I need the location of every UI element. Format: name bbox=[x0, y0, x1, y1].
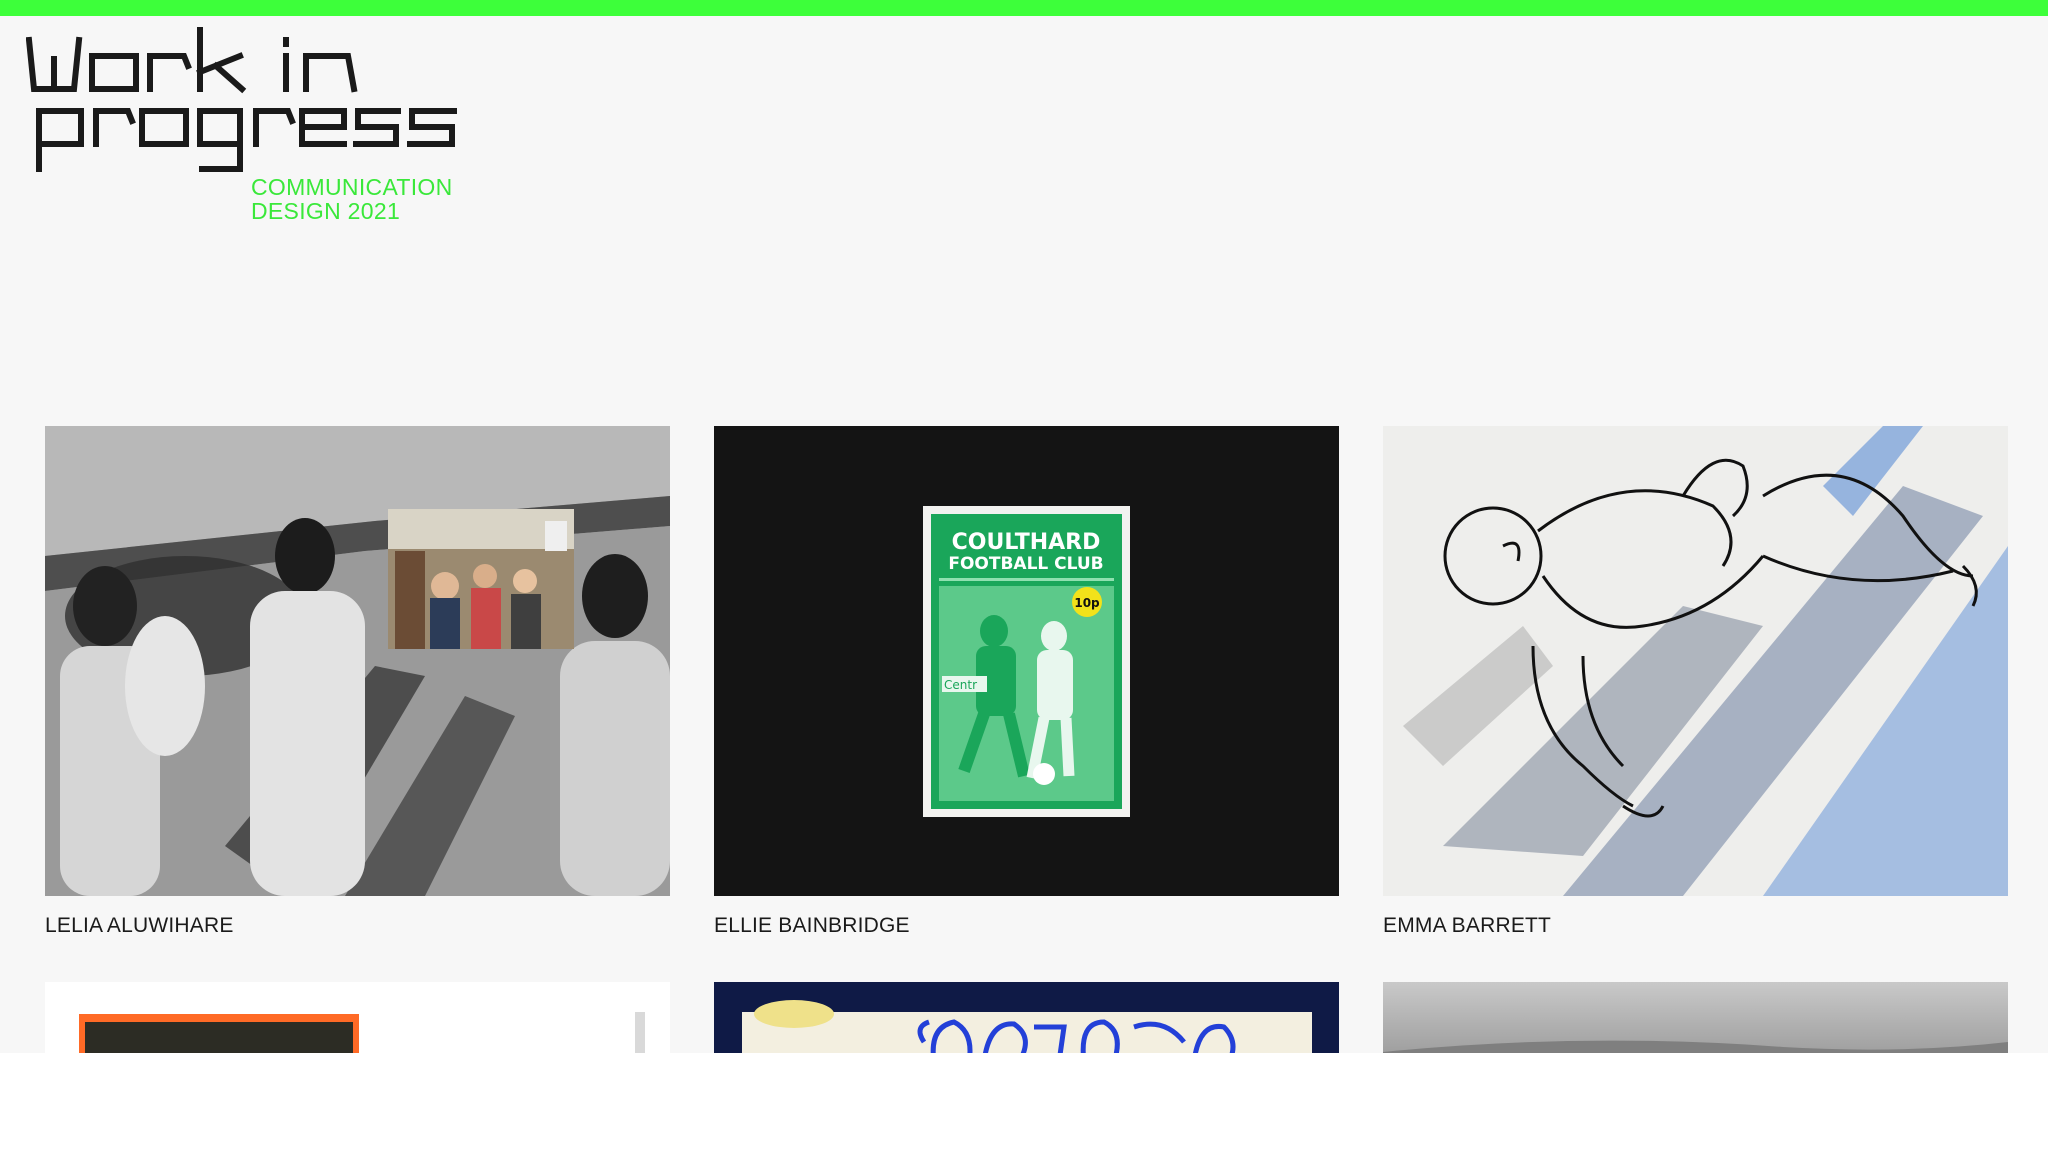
work-in-progress-logo bbox=[26, 27, 457, 172]
sketch-figure-thumbnail bbox=[1383, 426, 2008, 896]
student-thumbnail bbox=[45, 982, 670, 1053]
student-thumbnail bbox=[45, 426, 670, 896]
bw-photo-women-thumbnail bbox=[45, 426, 670, 896]
subtitle-line2: DESIGN 2021 bbox=[251, 198, 401, 224]
inset-exhibition-photo bbox=[388, 509, 574, 649]
site-logo[interactable] bbox=[26, 26, 466, 176]
subtitle-line1: COMMUNICATION bbox=[251, 174, 453, 200]
grey-landscape-thumbnail bbox=[1383, 982, 2008, 1053]
poster-title-1: COULTHARD bbox=[952, 530, 1101, 555]
student-thumbnail: COULTHARD FOOTBALL CLUB 10p Centr bbox=[714, 426, 1339, 896]
site-subtitle: COMMUNICATION DESIGN 2021 bbox=[251, 175, 453, 223]
poster-price: 10p bbox=[1074, 596, 1100, 610]
student-name: ELLIE BAINBRIDGE bbox=[714, 914, 910, 937]
blue-illustration-thumbnail bbox=[714, 982, 1339, 1053]
accent-top-bar bbox=[0, 0, 2048, 16]
poster-print-thumbnail bbox=[45, 982, 670, 1053]
student-card-row2-3[interactable] bbox=[1383, 982, 2008, 1053]
student-card-row2-2[interactable] bbox=[714, 982, 1339, 1053]
student-card-bainbridge[interactable]: COULTHARD FOOTBALL CLUB 10p Centr ELLIE … bbox=[714, 426, 1339, 937]
student-name: EMMA BARRETT bbox=[1383, 914, 1552, 937]
poster-banner: Centr bbox=[944, 678, 977, 692]
poster-title-2: FOOTBALL CLUB bbox=[948, 554, 1103, 574]
student-thumbnail bbox=[1383, 426, 2008, 896]
student-card-barrett[interactable]: EMMA BARRETT bbox=[1383, 426, 2008, 937]
student-card-row2-1[interactable] bbox=[45, 982, 670, 1053]
bottom-blank-area bbox=[0, 1053, 2048, 1152]
student-thumbnail bbox=[714, 982, 1339, 1053]
football-programme-thumbnail: COULTHARD FOOTBALL CLUB 10p Centr bbox=[714, 426, 1339, 896]
student-thumbnail bbox=[1383, 982, 2008, 1053]
student-card-aluwihare[interactable]: LELIA ALUWIHARE bbox=[45, 426, 670, 937]
page: COMMUNICATION DESIGN 2021 LELIA ALUWIHAR… bbox=[0, 0, 2048, 1053]
student-name: LELIA ALUWIHARE bbox=[45, 914, 234, 937]
